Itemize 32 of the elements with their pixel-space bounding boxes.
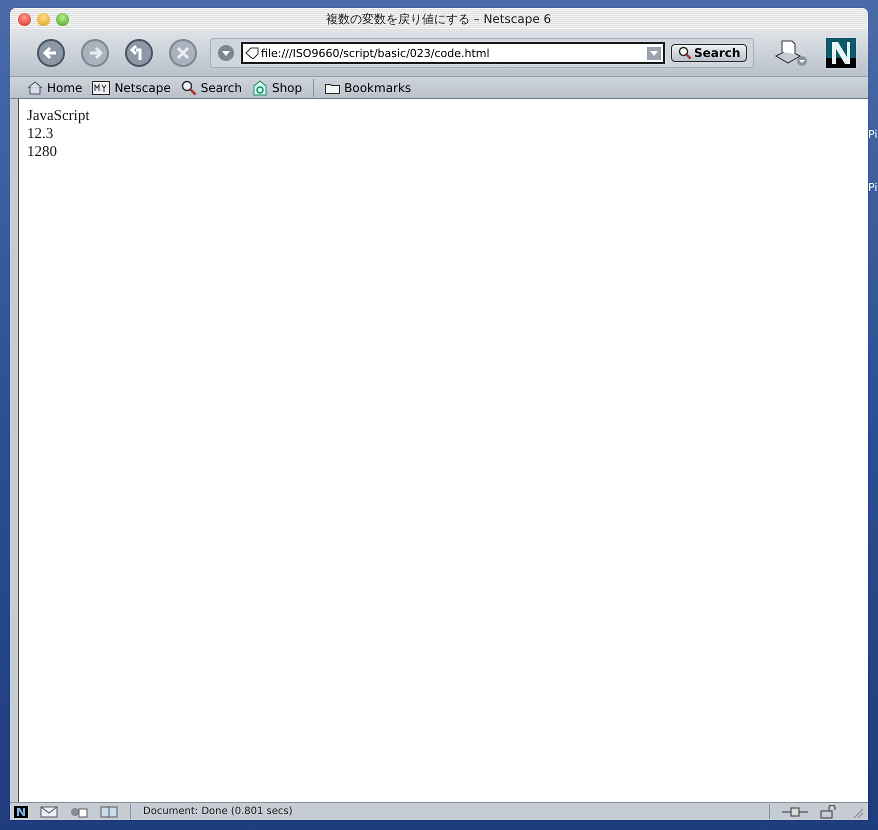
mail-icon[interactable] <box>40 806 58 818</box>
house-icon <box>27 80 43 94</box>
toolbar-link[interactable]: Home <box>24 80 86 94</box>
search-button[interactable]: Search <box>671 44 748 62</box>
window-title: 複数の変数を戻り値にする – Netscape 6 <box>324 10 552 28</box>
netscape-icon[interactable] <box>14 806 28 818</box>
stop-button[interactable] <box>166 36 200 70</box>
my-icon <box>92 80 110 94</box>
toolbar-link[interactable]: Search <box>178 80 245 96</box>
netscape-logo[interactable] <box>826 38 856 68</box>
status-text: Document: Done (0.801 secs) <box>143 806 293 817</box>
reload-button[interactable] <box>122 36 156 70</box>
desktop-icon-label[interactable]: Pi <box>868 181 878 194</box>
desktop-icon-label[interactable]: Pi <box>868 128 878 141</box>
bookmarks-button[interactable]: Bookmarks <box>322 80 414 94</box>
address-field[interactable]: file:///ISO9660/script/basic/023/code.html <box>241 42 665 64</box>
page-text: 12.3 <box>27 125 54 143</box>
dropdown-icon[interactable] <box>217 44 235 62</box>
toolbar-link[interactable]: Netscape <box>89 80 174 94</box>
search-icon <box>678 46 692 60</box>
folder-icon <box>325 82 340 94</box>
close-button[interactable] <box>18 12 31 26</box>
connection-icon <box>782 806 808 818</box>
page-text: JavaScript <box>27 107 90 125</box>
dropdown-icon[interactable] <box>647 46 661 60</box>
toolbar-link[interactable]: Shop <box>248 80 306 96</box>
page-text: 1280 <box>27 143 57 161</box>
back-button[interactable] <box>34 36 68 70</box>
shop-icon <box>252 80 268 96</box>
search-icon <box>180 80 197 96</box>
forward-button[interactable] <box>78 36 112 70</box>
tag-icon <box>245 47 259 59</box>
